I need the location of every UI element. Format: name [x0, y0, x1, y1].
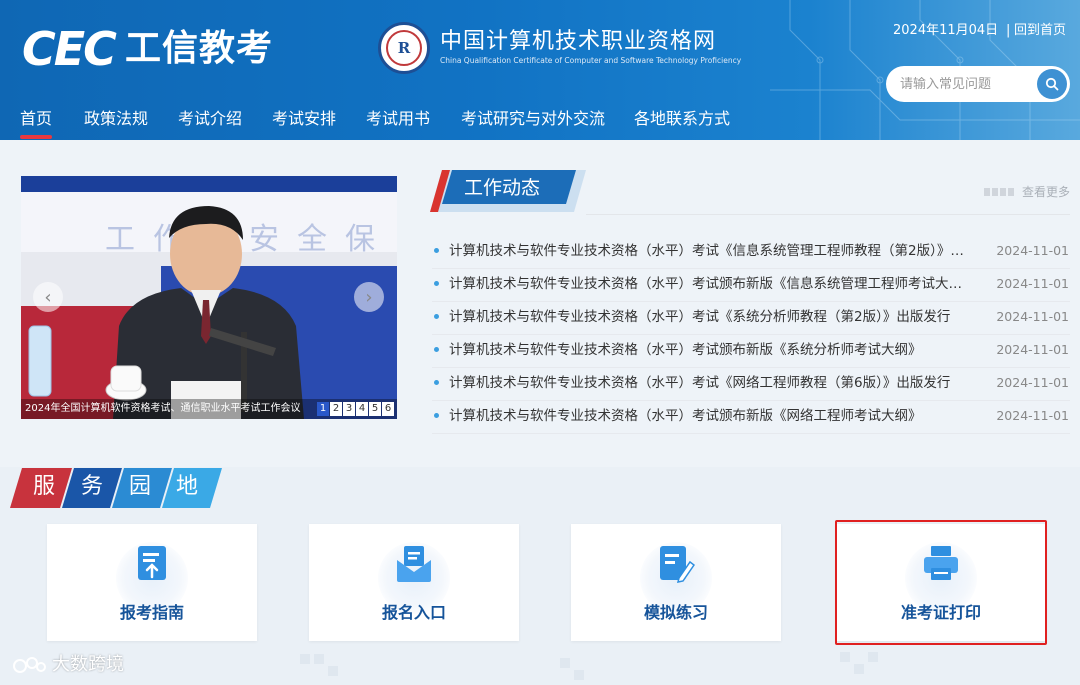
home-link[interactable]: 回到首页 — [1014, 22, 1066, 40]
more-bars-icon — [984, 188, 1016, 196]
slide-dot[interactable]: 4 — [356, 402, 368, 416]
news-item[interactable]: 计算机技术与软件专业技术资格（水平）考试颁布新版《信息系统管理工程师考试大纲》 … — [432, 269, 1070, 302]
news-item[interactable]: 计算机技术与软件专业技术资格（水平）考试颁布新版《网络工程师考试大纲》 2024… — [432, 401, 1070, 434]
document-upload-icon — [138, 546, 166, 580]
bullet-icon — [434, 281, 439, 286]
nav-exam-schedule[interactable]: 考试安排 — [272, 108, 336, 130]
card-mock-practice[interactable]: 模拟练习 — [571, 524, 781, 641]
news-link[interactable]: 计算机技术与软件专业技术资格（水平）考试颁布新版《系统分析师考试大纲》 — [449, 341, 969, 359]
slide-dot[interactable]: 5 — [369, 402, 381, 416]
service-heading-char: 地 — [175, 474, 198, 499]
nav-research-exchange[interactable]: 考试研究与对外交流 — [461, 108, 605, 130]
news-link[interactable]: 计算机技术与软件专业技术资格（水平）考试《信息系统管理工程师教程（第2版）》出版… — [449, 242, 969, 260]
card-admission-print[interactable]: 准考证打印 — [836, 524, 1046, 641]
search-icon — [1045, 77, 1059, 91]
news-date: 2024-11-01 — [996, 342, 1069, 357]
slide-dot[interactable]: 3 — [343, 402, 355, 416]
bullet-icon — [434, 347, 439, 352]
bullet-icon — [434, 314, 439, 319]
nav-contacts[interactable]: 各地联系方式 — [634, 108, 730, 130]
mail-inbox-icon — [397, 546, 431, 582]
news-carousel[interactable]: 工作暨安全保 ‹ › 2024年全国计算机软件资格考试、通信职业水平考试工作会议… — [21, 176, 397, 419]
service-heading-char: 服 — [32, 474, 55, 499]
service-heading-char: 务 — [80, 474, 103, 499]
slide-caption-bar: 2024年全国计算机软件资格考试、通信职业水平考试工作会议 1 2 3 4 5 … — [21, 399, 397, 419]
news-link[interactable]: 计算机技术与软件专业技术资格（水平）考试颁布新版《信息系统管理工程师考试大纲》 — [449, 275, 969, 293]
news-date: 2024-11-01 — [996, 375, 1069, 390]
slide-caption[interactable]: 2024年全国计算机软件资格考试、通信职业水平考试工作会议 — [25, 402, 305, 416]
nav-exam-books[interactable]: 考试用书 — [366, 108, 430, 130]
emblem-icon: R — [378, 22, 430, 74]
news-link[interactable]: 计算机技术与软件专业技术资格（水平）考试颁布新版《网络工程师考试大纲》 — [449, 407, 969, 425]
card-exam-guide[interactable]: 报考指南 — [47, 524, 257, 641]
section-divider — [586, 214, 1070, 215]
watermark-logo-icon — [13, 657, 46, 673]
printer-icon — [924, 546, 958, 580]
slide-dot[interactable]: 6 — [382, 402, 394, 416]
news-date: 2024-11-01 — [996, 408, 1069, 423]
news-link[interactable]: 计算机技术与软件专业技术资格（水平）考试《网络工程师教程（第6版）》出版发行 — [449, 374, 969, 392]
slide-photo-speaker — [28, 206, 304, 419]
card-registration[interactable]: 报名入口 — [309, 524, 519, 641]
more-link[interactable]: 查看更多 — [984, 184, 1070, 200]
site-logo[interactable]: CEC 工信教考 — [22, 24, 292, 74]
slide-pager: 1 2 3 4 5 6 — [317, 402, 394, 416]
nav-policy[interactable]: 政策法规 — [84, 108, 148, 130]
site-subtitle: China Qualification Certificate of Compu… — [440, 56, 742, 65]
news-list: 计算机技术与软件专业技术资格（水平）考试《信息系统管理工程师教程（第2版）》出版… — [432, 236, 1070, 434]
more-text: 查看更多 — [1022, 185, 1071, 199]
news-item[interactable]: 计算机技术与软件专业技术资格（水平）考试《信息系统管理工程师教程（第2版）》出版… — [432, 236, 1070, 269]
card-label: 准考证打印 — [900, 603, 981, 622]
news-date: 2024-11-01 — [996, 243, 1069, 258]
nav-exam-intro[interactable]: 考试介绍 — [178, 108, 242, 130]
news-link[interactable]: 计算机技术与软件专业技术资格（水平）考试《系统分析师教程（第2版）》出版发行 — [449, 308, 969, 326]
bullet-icon — [434, 380, 439, 385]
section-title-work-news: 工作动态 — [464, 177, 541, 199]
bullet-icon — [434, 413, 439, 418]
news-item[interactable]: 计算机技术与软件专业技术资格（水平）考试《系统分析师教程（第2版）》出版发行 2… — [432, 302, 1070, 335]
chevron-left-icon: ‹ — [44, 286, 52, 308]
service-heading-char: 园 — [128, 474, 151, 499]
footer-decoration — [300, 652, 878, 680]
site-header: CEC 工信教考 R 中国计算机技术职业资格网 China Qualificat… — [0, 0, 1080, 140]
search-button[interactable] — [1037, 69, 1067, 99]
nav-home[interactable]: 首页 — [20, 108, 53, 139]
slide-dot[interactable]: 2 — [330, 402, 342, 416]
current-date: 2024年11月04日 — [893, 23, 999, 38]
card-label: 报名入口 — [381, 603, 446, 622]
prev-slide-button[interactable]: ‹ — [33, 282, 63, 312]
news-date: 2024-11-01 — [996, 276, 1069, 291]
card-label: 模拟练习 — [643, 603, 708, 622]
emblem-letter: R — [386, 30, 422, 66]
search-box — [886, 66, 1070, 102]
news-item[interactable]: 计算机技术与软件专业技术资格（水平）考试《网络工程师教程（第6版）》出版发行 2… — [432, 368, 1070, 401]
edit-note-icon — [660, 546, 695, 583]
news-item[interactable]: 计算机技术与软件专业技术资格（水平）考试颁布新版《系统分析师考试大纲》 2024… — [432, 335, 1070, 368]
slide-dot[interactable]: 1 — [317, 402, 329, 416]
card-label: 报考指南 — [119, 603, 184, 622]
next-slide-button[interactable]: › — [354, 282, 384, 312]
bullet-icon — [434, 248, 439, 253]
logo-text: 工信教考 — [124, 28, 273, 69]
watermark-text: 大数跨境 — [52, 654, 124, 675]
watermark: 大数跨境 — [12, 652, 124, 678]
cec-logo-mark: CEC — [22, 22, 117, 76]
divider: | — [1006, 23, 1011, 38]
site-title: 中国计算机技术职业资格网 — [440, 29, 717, 54]
chevron-right-icon: › — [365, 286, 373, 308]
news-date: 2024-11-01 — [996, 309, 1069, 324]
search-input[interactable] — [900, 76, 1030, 92]
